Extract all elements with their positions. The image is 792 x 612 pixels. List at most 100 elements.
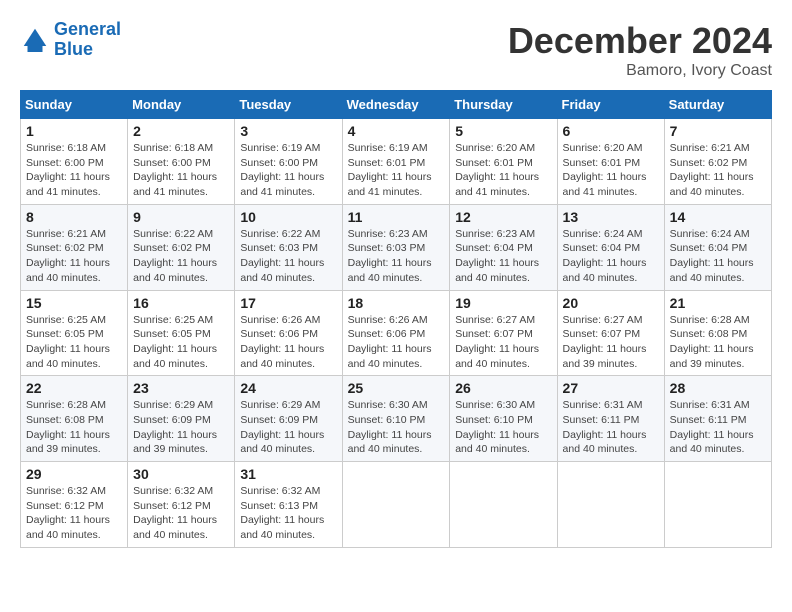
day-number: 23 <box>133 380 229 396</box>
day-info: Sunrise: 6:30 AMSunset: 6:10 PMDaylight:… <box>348 398 445 457</box>
day-number: 29 <box>26 466 122 482</box>
day-info: Sunrise: 6:26 AMSunset: 6:06 PMDaylight:… <box>348 313 445 372</box>
calendar-day-cell <box>450 462 557 548</box>
day-number: 17 <box>240 295 336 311</box>
calendar-day-cell: 27Sunrise: 6:31 AMSunset: 6:11 PMDayligh… <box>557 376 664 462</box>
day-number: 6 <box>563 123 659 139</box>
day-number: 18 <box>348 295 445 311</box>
day-number: 11 <box>348 209 445 225</box>
calendar-week-row: 29 Sunrise: 6:32 AMSunset: 6:12 PMDayligh… <box>21 462 772 548</box>
calendar-day-cell: 11 Sunrise: 6:23 AMSunset: 6:03 PMDayligh… <box>342 204 450 290</box>
weekday-header: Sunday <box>21 91 128 119</box>
calendar-day-cell: 30 Sunrise: 6:32 AMSunset: 6:12 PMDayligh… <box>128 462 235 548</box>
weekday-header: Monday <box>128 91 235 119</box>
day-info: Sunrise: 6:22 AMSunset: 6:03 PMDaylight:… <box>240 227 336 286</box>
page-header: General Blue December 2024 Bamoro, Ivory… <box>20 20 772 80</box>
day-number: 15 <box>26 295 122 311</box>
calendar-day-cell: 25 Sunrise: 6:30 AMSunset: 6:10 PMDayligh… <box>342 376 450 462</box>
day-number: 19 <box>455 295 551 311</box>
day-info: Sunrise: 6:21 AMSunset: 6:02 PMDaylight:… <box>26 227 122 286</box>
calendar-day-cell: 29Sunrise: 6:32 AMSunset: 6:12 PMDayligh… <box>21 462 128 548</box>
day-info: Sunrise: 6:18 AMSunset: 6:00 PMDaylight:… <box>26 141 122 200</box>
day-info: Sunrise: 6:28 AMSunset: 6:08 PMDaylight:… <box>670 313 766 372</box>
day-number: 8 <box>26 209 122 225</box>
day-number: 10 <box>240 209 336 225</box>
day-number: 5 <box>455 123 551 139</box>
day-info: Sunrise: 6:20 AMSunset: 6:01 PMDaylight:… <box>563 141 659 200</box>
day-info: Sunrise: 6:18 AMSunset: 6:00 PMDaylight:… <box>133 141 229 200</box>
calendar-day-cell: 4 Sunrise: 6:19 AMSunset: 6:01 PMDaylight… <box>342 119 450 205</box>
logo: General Blue <box>20 20 121 60</box>
day-info: Sunrise: 6:24 AMSunset: 6:04 PMDaylight:… <box>563 227 659 286</box>
day-number: 14 <box>670 209 766 225</box>
day-number: 16 <box>133 295 229 311</box>
day-info: Sunrise: 6:25 AMSunset: 6:05 PMDaylight:… <box>26 313 122 372</box>
calendar-week-row: 1 Sunrise: 6:18 AMSunset: 6:00 PMDaylight… <box>21 119 772 205</box>
calendar-day-cell: 19Sunrise: 6:27 AMSunset: 6:07 PMDayligh… <box>450 290 557 376</box>
calendar-day-cell <box>557 462 664 548</box>
title-block: December 2024 Bamoro, Ivory Coast <box>508 20 772 80</box>
day-info: Sunrise: 6:29 AMSunset: 6:09 PMDaylight:… <box>240 398 336 457</box>
calendar-day-cell: 17 Sunrise: 6:26 AMSunset: 6:06 PMDayligh… <box>235 290 342 376</box>
day-number: 13 <box>563 209 659 225</box>
calendar-day-cell: 5Sunrise: 6:20 AMSunset: 6:01 PMDaylight… <box>450 119 557 205</box>
calendar-day-cell: 13 Sunrise: 6:24 AMSunset: 6:04 PMDayligh… <box>557 204 664 290</box>
day-info: Sunrise: 6:21 AMSunset: 6:02 PMDaylight:… <box>670 141 766 200</box>
calendar-day-cell: 14 Sunrise: 6:24 AMSunset: 6:04 PMDayligh… <box>664 204 771 290</box>
calendar-day-cell: 26 Sunrise: 6:30 AMSunset: 6:10 PMDayligh… <box>450 376 557 462</box>
calendar-day-cell: 16 Sunrise: 6:25 AMSunset: 6:05 PMDayligh… <box>128 290 235 376</box>
logo-icon <box>20 25 50 55</box>
calendar-week-row: 8 Sunrise: 6:21 AMSunset: 6:02 PMDaylight… <box>21 204 772 290</box>
day-info: Sunrise: 6:25 AMSunset: 6:05 PMDaylight:… <box>133 313 229 372</box>
day-info: Sunrise: 6:30 AMSunset: 6:10 PMDaylight:… <box>455 398 551 457</box>
weekday-header: Saturday <box>664 91 771 119</box>
day-number: 25 <box>348 380 445 396</box>
calendar-day-cell: 10 Sunrise: 6:22 AMSunset: 6:03 PMDayligh… <box>235 204 342 290</box>
day-number: 31 <box>240 466 336 482</box>
day-info: Sunrise: 6:29 AMSunset: 6:09 PMDaylight:… <box>133 398 229 457</box>
day-info: Sunrise: 6:19 AMSunset: 6:00 PMDaylight:… <box>240 141 336 200</box>
day-info: Sunrise: 6:28 AMSunset: 6:08 PMDaylight:… <box>26 398 122 457</box>
day-number: 21 <box>670 295 766 311</box>
calendar-day-cell: 7Sunrise: 6:21 AMSunset: 6:02 PMDaylight… <box>664 119 771 205</box>
day-number: 12 <box>455 209 551 225</box>
day-info: Sunrise: 6:31 AMSunset: 6:11 PMDaylight:… <box>670 398 766 457</box>
calendar-day-cell: 21 Sunrise: 6:28 AMSunset: 6:08 PMDayligh… <box>664 290 771 376</box>
day-number: 26 <box>455 380 551 396</box>
day-number: 20 <box>563 295 659 311</box>
day-info: Sunrise: 6:32 AMSunset: 6:12 PMDaylight:… <box>133 484 229 543</box>
calendar-day-cell: 12Sunrise: 6:23 AMSunset: 6:04 PMDayligh… <box>450 204 557 290</box>
calendar-day-cell: 1 Sunrise: 6:18 AMSunset: 6:00 PMDaylight… <box>21 119 128 205</box>
day-info: Sunrise: 6:27 AMSunset: 6:07 PMDaylight:… <box>563 313 659 372</box>
day-info: Sunrise: 6:23 AMSunset: 6:03 PMDaylight:… <box>348 227 445 286</box>
calendar-day-cell: 31 Sunrise: 6:32 AMSunset: 6:13 PMDayligh… <box>235 462 342 548</box>
calendar-day-cell: 28 Sunrise: 6:31 AMSunset: 6:11 PMDayligh… <box>664 376 771 462</box>
calendar-day-cell: 15 Sunrise: 6:25 AMSunset: 6:05 PMDayligh… <box>21 290 128 376</box>
calendar-day-cell: 8 Sunrise: 6:21 AMSunset: 6:02 PMDaylight… <box>21 204 128 290</box>
day-info: Sunrise: 6:19 AMSunset: 6:01 PMDaylight:… <box>348 141 445 200</box>
weekday-header: Wednesday <box>342 91 450 119</box>
day-number: 28 <box>670 380 766 396</box>
calendar-day-cell: 2Sunrise: 6:18 AMSunset: 6:00 PMDaylight… <box>128 119 235 205</box>
calendar-table: SundayMondayTuesdayWednesdayThursdayFrid… <box>20 90 772 548</box>
day-number: 27 <box>563 380 659 396</box>
calendar-day-cell: 18 Sunrise: 6:26 AMSunset: 6:06 PMDayligh… <box>342 290 450 376</box>
day-number: 30 <box>133 466 229 482</box>
location: Bamoro, Ivory Coast <box>508 62 772 80</box>
day-number: 24 <box>240 380 336 396</box>
calendar-header-row: SundayMondayTuesdayWednesdayThursdayFrid… <box>21 91 772 119</box>
calendar-day-cell: 23 Sunrise: 6:29 AMSunset: 6:09 PMDayligh… <box>128 376 235 462</box>
day-info: Sunrise: 6:32 AMSunset: 6:13 PMDaylight:… <box>240 484 336 543</box>
day-info: Sunrise: 6:26 AMSunset: 6:06 PMDaylight:… <box>240 313 336 372</box>
day-number: 4 <box>348 123 445 139</box>
day-info: Sunrise: 6:24 AMSunset: 6:04 PMDaylight:… <box>670 227 766 286</box>
month-title: December 2024 <box>508 20 772 62</box>
weekday-header: Thursday <box>450 91 557 119</box>
calendar-day-cell <box>342 462 450 548</box>
logo-text: General Blue <box>54 20 121 60</box>
weekday-header: Tuesday <box>235 91 342 119</box>
calendar-day-cell: 3Sunrise: 6:19 AMSunset: 6:00 PMDaylight… <box>235 119 342 205</box>
day-number: 1 <box>26 123 122 139</box>
calendar-day-cell: 24 Sunrise: 6:29 AMSunset: 6:09 PMDayligh… <box>235 376 342 462</box>
day-number: 9 <box>133 209 229 225</box>
